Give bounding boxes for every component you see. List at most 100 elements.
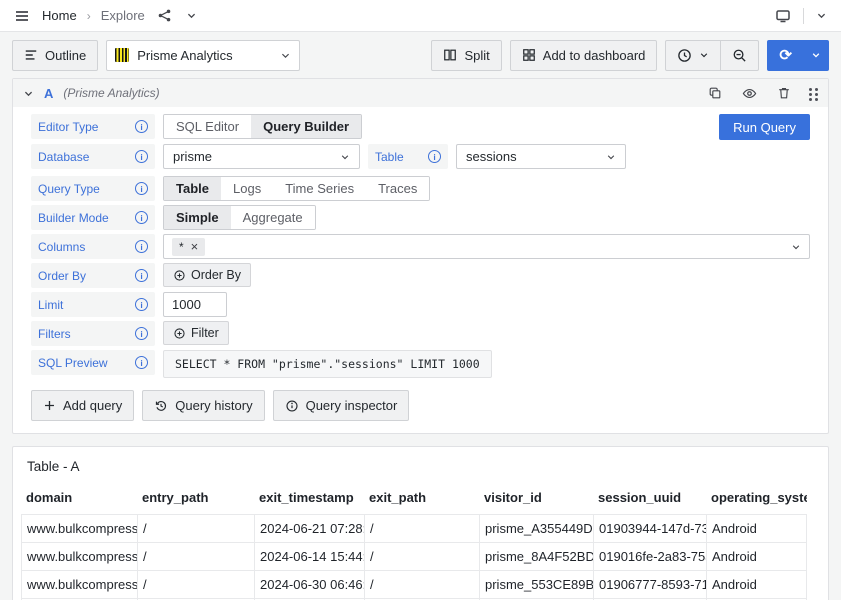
- builder-mode-aggregate[interactable]: Aggregate: [230, 206, 315, 229]
- table-row: www.bulkcompress.p / 2024-06-21 07:28:01…: [21, 514, 807, 542]
- table-cell: www.bulkcompress.p: [21, 571, 137, 598]
- info-icon[interactable]: i: [428, 150, 441, 163]
- info-icon[interactable]: i: [135, 269, 148, 282]
- time-range-button[interactable]: [665, 39, 722, 71]
- add-order-by-button[interactable]: Order By: [163, 263, 252, 287]
- table-cell: www.bulkcompress.p: [21, 543, 137, 570]
- run-query-button[interactable]: Run Query: [719, 114, 810, 140]
- table-cell: /: [137, 515, 254, 542]
- monitor-icon[interactable]: [773, 6, 793, 26]
- query-inspector-button[interactable]: Query inspector: [272, 390, 410, 421]
- column-header-entry-path[interactable]: entry_path: [137, 486, 254, 514]
- info-icon[interactable]: i: [135, 356, 148, 369]
- editor-type-query-builder[interactable]: Query Builder: [251, 115, 362, 138]
- outline-button[interactable]: Outline: [12, 39, 99, 71]
- remove-chip-icon[interactable]: ×: [191, 240, 199, 253]
- query-history-button[interactable]: Query history: [142, 390, 265, 421]
- editor-type-toggle: SQL Editor Query Builder: [163, 114, 363, 139]
- table-cell: Android: [706, 571, 807, 598]
- add-to-dashboard-button[interactable]: Add to dashboard: [509, 39, 658, 71]
- plus-icon: [45, 401, 54, 410]
- table-row: www.bulkcompress.p / 2024-06-14 15:44:34…: [21, 542, 807, 570]
- column-header-operating-system[interactable]: operating_system: [706, 486, 807, 514]
- breadcrumb-chevron-down-icon[interactable]: [184, 8, 199, 23]
- breadcrumb-separator: ›: [86, 8, 91, 23]
- info-icon[interactable]: i: [135, 120, 148, 133]
- column-header-exit-timestamp[interactable]: exit_timestamp: [254, 486, 364, 514]
- breadcrumb-explore[interactable]: Explore: [101, 8, 145, 23]
- table-cell: 2024-06-30 06:46:4: [254, 571, 364, 598]
- builder-mode-toggle: Simple Aggregate: [163, 205, 316, 230]
- add-query-button[interactable]: Add query: [31, 390, 135, 421]
- sql-preview-row: SQL Preview i SELECT * FROM "prisme"."se…: [31, 350, 810, 378]
- table-select[interactable]: sessions: [456, 144, 626, 169]
- column-header-exit-path[interactable]: exit_path: [364, 486, 479, 514]
- query-actions: Add query Query history Query inspector: [13, 382, 828, 433]
- table-cell: /: [137, 571, 254, 598]
- columns-row: Columns i * ×: [31, 234, 810, 259]
- table-cell: Android: [706, 543, 807, 570]
- topnav-chevron-down-icon[interactable]: [814, 8, 829, 23]
- refresh-interval-chevron[interactable]: [804, 39, 829, 71]
- column-header-visitor-id[interactable]: visitor_id: [479, 486, 593, 514]
- builder-mode-simple[interactable]: Simple: [164, 206, 231, 229]
- info-icon[interactable]: i: [135, 150, 148, 163]
- delete-query-trash-icon[interactable]: [775, 84, 793, 102]
- column-header-session-uuid[interactable]: session_uuid: [593, 486, 706, 514]
- limit-input[interactable]: [163, 292, 227, 317]
- table-cell: prisme_553CE89B52: [479, 571, 593, 598]
- sql-preview-label: SQL Preview i: [31, 350, 155, 375]
- clickhouse-logo-icon: [115, 48, 130, 62]
- editor-type-sql-editor[interactable]: SQL Editor: [164, 115, 252, 138]
- query-builder-form: Editor Type i SQL Editor Query Builder R…: [13, 107, 828, 378]
- outline-icon: [25, 50, 37, 60]
- collapse-chevron-icon[interactable]: [23, 88, 34, 99]
- menu-icon[interactable]: [12, 6, 32, 26]
- query-type-traces[interactable]: Traces: [366, 177, 430, 200]
- query-datasource-hint: (Prisme Analytics): [63, 86, 160, 100]
- refresh-button[interactable]: ⟳: [767, 39, 804, 71]
- table-cell: www.bulkcompress.p: [21, 515, 137, 542]
- table-cell: Android: [706, 515, 807, 542]
- info-icon[interactable]: i: [135, 327, 148, 340]
- table-cell: 2024-06-14 15:44:34: [254, 543, 364, 570]
- table-cell: 01903944-147d-734f: [593, 515, 706, 542]
- database-select[interactable]: prisme: [163, 144, 360, 169]
- run-refresh-group: ⟳: [767, 39, 829, 71]
- hide-query-eye-icon[interactable]: [740, 84, 759, 103]
- split-button[interactable]: Split: [431, 39, 502, 71]
- datasource-picker[interactable]: Prisme Analytics: [106, 39, 301, 71]
- info-icon[interactable]: i: [135, 182, 148, 195]
- drag-handle-icon[interactable]: [809, 87, 818, 100]
- query-type-time-series[interactable]: Time Series: [273, 177, 367, 200]
- query-type-logs[interactable]: Logs: [221, 177, 274, 200]
- info-icon[interactable]: i: [135, 211, 148, 224]
- query-type-table[interactable]: Table: [164, 177, 221, 200]
- plus-circle-icon: [174, 327, 185, 339]
- table-header-row: domain entry_path exit_timestamp exit_pa…: [21, 486, 807, 514]
- editor-type-row: Editor Type i SQL Editor Query Builder R…: [31, 114, 810, 140]
- query-row-header[interactable]: A (Prisme Analytics): [13, 79, 828, 107]
- column-chip: * ×: [172, 237, 206, 256]
- table-cell: 2024-06-21 07:28:01: [254, 515, 364, 542]
- table-cell: /: [364, 543, 479, 570]
- explore-toolbar: Outline Prisme Analytics Split Add to da…: [0, 32, 841, 78]
- breadcrumb-home[interactable]: Home: [42, 8, 77, 23]
- info-icon[interactable]: i: [135, 298, 148, 311]
- zoom-out-button[interactable]: [721, 39, 760, 71]
- table-row: www.bulkcompress.p / 2024-06-30 06:46:4 …: [21, 570, 807, 598]
- columns-multiselect[interactable]: * ×: [163, 234, 810, 259]
- duplicate-query-icon[interactable]: [706, 84, 724, 102]
- table-cell: 01906777-8593-717d: [593, 571, 706, 598]
- share-icon[interactable]: [155, 6, 174, 25]
- topnav-divider: [803, 7, 804, 24]
- table-cell: 019016fe-2a83-75a2: [593, 543, 706, 570]
- column-header-domain[interactable]: domain: [21, 486, 137, 514]
- info-icon[interactable]: i: [135, 240, 148, 253]
- table-body: www.bulkcompress.p / 2024-06-21 07:28:01…: [21, 514, 820, 600]
- query-ref-id: A: [44, 85, 54, 101]
- add-filter-button[interactable]: Filter: [163, 321, 229, 345]
- query-editor-panel: A (Prisme Analytics) Editor Type i SQL E…: [12, 78, 829, 434]
- split-icon: [444, 49, 457, 61]
- table-cell: prisme_A355449D09: [479, 515, 593, 542]
